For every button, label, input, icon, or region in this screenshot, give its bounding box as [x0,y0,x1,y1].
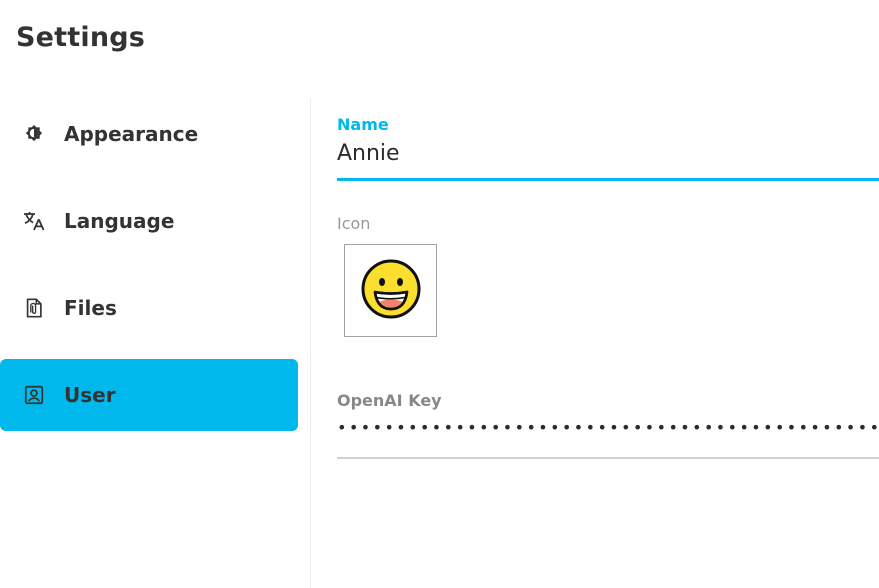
name-input-underline [337,178,879,181]
name-field-label: Name [337,115,389,134]
sidebar-item-user[interactable]: User [0,359,298,431]
sidebar-item-label: User [64,383,116,407]
file-attachment-icon [22,296,46,320]
name-input[interactable] [337,138,879,168]
settings-sidebar: Appearance Language Files User [0,98,298,446]
page-title: Settings [16,22,146,53]
sidebar-item-appearance[interactable]: Appearance [0,98,298,170]
brightness-icon [22,122,46,146]
openai-key-label: OpenAI Key [337,391,442,410]
icon-field-label: Icon [337,214,371,233]
openai-key-underline [337,457,879,459]
grinning-face-icon [359,257,423,325]
sidebar-item-label: Files [64,296,117,320]
user-icon-picker[interactable] [344,244,437,337]
sidebar-item-label: Language [64,209,175,233]
openai-key-input[interactable]: ••••••••••••••••••••••••••••••••••••••••… [337,418,879,446]
sidebar-item-label: Appearance [64,122,199,146]
sidebar-divider [310,98,311,588]
sidebar-item-language[interactable]: Language [0,185,298,257]
sidebar-item-files[interactable]: Files [0,272,298,344]
account-box-icon [22,383,46,407]
translate-icon [22,209,46,233]
